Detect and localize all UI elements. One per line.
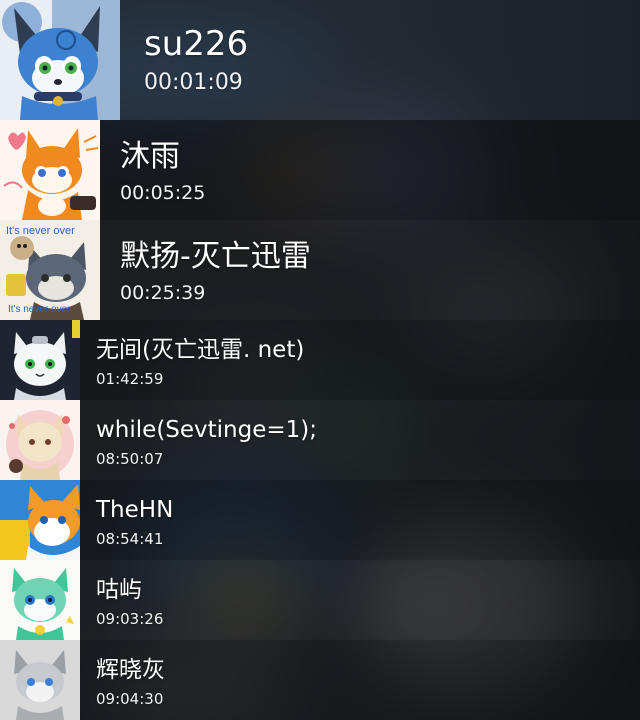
cream-fox-avatar-icon — [0, 400, 80, 480]
contact-time: 09:04:30 — [96, 690, 164, 708]
contact-list: su226 00:01:09 沐雨 00:05:25 It's never ov… — [0, 0, 640, 720]
teal-dragon-avatar-icon — [0, 560, 80, 640]
orange-fox-avatar-icon — [0, 120, 100, 220]
contact-row-huixiaohui[interactable]: 辉晓灰 09:04:30 — [0, 640, 640, 720]
orange-white-fox-avatar-icon — [0, 480, 80, 560]
contact-time: 08:54:41 — [96, 530, 164, 548]
contact-row-su226[interactable]: su226 00:01:09 — [0, 0, 640, 120]
contact-name: 沐雨 — [120, 139, 180, 174]
contact-row-muyu[interactable]: 沐雨 00:05:25 — [0, 120, 640, 220]
contact-time: 08:50:07 — [96, 450, 164, 468]
grey-wolf-avatar-icon: It's never over It's never over — [0, 220, 100, 320]
avatar-caption-top: It's never over — [6, 225, 75, 237]
contact-name: TheHN — [96, 497, 174, 523]
contact-row-sevtinge[interactable]: while(Sevtinge=1); 08:50:07 — [0, 400, 640, 480]
avatar-caption-bottom: It's never over — [8, 304, 71, 315]
contact-name: while(Sevtinge=1); — [96, 417, 318, 443]
contact-name: 默扬-灭亡迅雷 — [120, 239, 311, 274]
contact-time: 00:05:25 — [120, 182, 206, 204]
contact-name: 无间(灭亡迅雷. net) — [96, 337, 305, 363]
contact-time: 09:03:26 — [96, 610, 164, 628]
blue-fox-avatar-icon — [0, 0, 120, 120]
contact-name: su226 — [144, 24, 249, 64]
contact-row-moyang[interactable]: It's never over It's never over 默扬-灭亡迅雷 … — [0, 220, 640, 320]
contact-time: 01:42:59 — [96, 370, 164, 388]
white-cat-avatar-icon — [0, 320, 80, 400]
contact-row-wujian[interactable]: 无间(灭亡迅雷. net) 01:42:59 — [0, 320, 640, 400]
contact-row-thehn[interactable]: TheHN 08:54:41 — [0, 480, 640, 560]
chat-list-screen: su226 00:01:09 沐雨 00:05:25 It's never ov… — [0, 0, 640, 720]
contact-name: 咕屿 — [96, 577, 142, 603]
grey-wolf-sketch-avatar-icon — [0, 640, 80, 720]
contact-time: 00:01:09 — [144, 70, 243, 95]
contact-row-guyu[interactable]: 咕屿 09:03:26 — [0, 560, 640, 640]
contact-name: 辉晓灰 — [96, 657, 165, 683]
contact-time: 00:25:39 — [120, 282, 206, 304]
